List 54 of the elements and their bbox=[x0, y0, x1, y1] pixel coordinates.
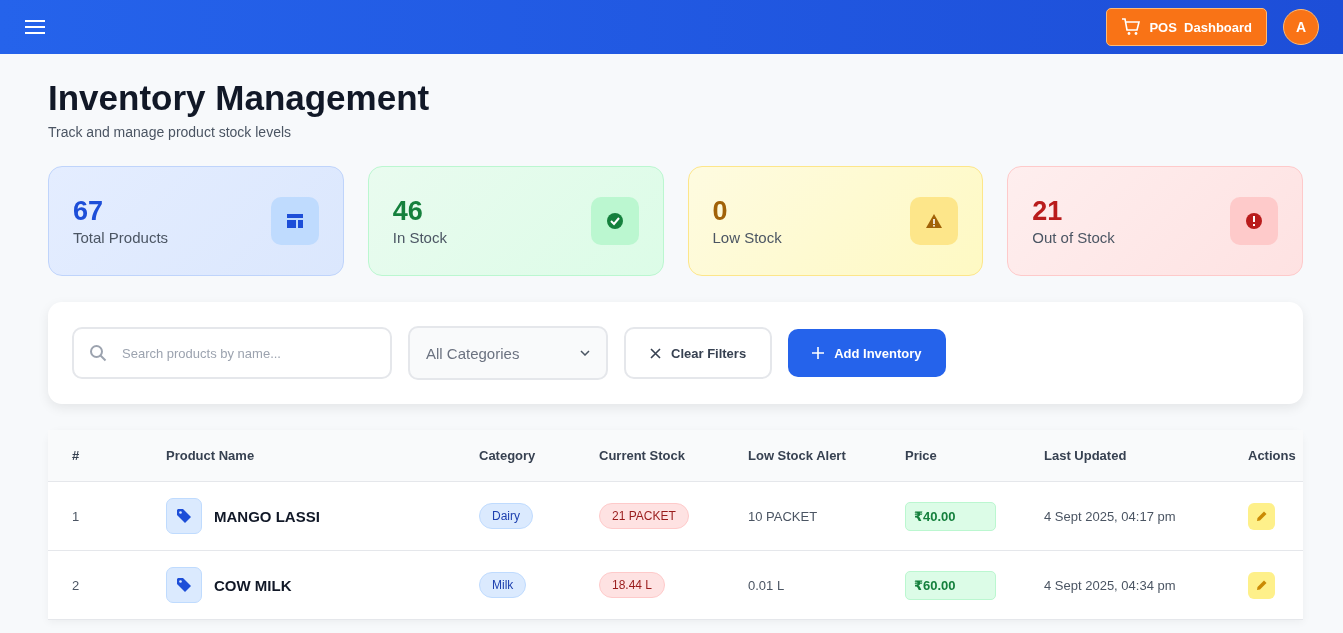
column-header: Category bbox=[479, 448, 537, 463]
layout-icon bbox=[285, 212, 304, 230]
plus-icon bbox=[812, 347, 825, 359]
column-header: # bbox=[72, 448, 81, 463]
clear-filters-button[interactable]: Clear Filters bbox=[624, 327, 773, 379]
page-title: Inventory Management bbox=[48, 78, 431, 118]
category-badge: Milk bbox=[479, 572, 527, 598]
page-subtitle: Track and manage product stock levels bbox=[48, 124, 293, 140]
pencil-icon bbox=[1255, 579, 1268, 591]
price-badge: ₹60.00 bbox=[905, 570, 996, 600]
stat-value: 46 bbox=[392, 196, 424, 227]
stat-value: 0 bbox=[712, 196, 729, 227]
stat-label: Total Products bbox=[73, 229, 169, 246]
search-icon bbox=[89, 344, 107, 362]
stock-badge: 18.44 L bbox=[599, 572, 666, 598]
chevron-down-icon bbox=[580, 350, 590, 356]
stock-alert-text: 10 PACKET bbox=[748, 508, 819, 524]
tag-icon bbox=[166, 498, 202, 534]
column-header: Current Stock bbox=[599, 448, 686, 463]
column-header: Price bbox=[905, 448, 938, 463]
column-header: Low Stock Alert bbox=[748, 448, 847, 463]
stock-alert-text: 0.01 L bbox=[748, 577, 786, 593]
category-badge: Dairy bbox=[479, 503, 533, 529]
price-badge: ₹40.00 bbox=[905, 501, 996, 531]
stock-badge: 21 PACKET bbox=[599, 503, 689, 529]
user-avatar[interactable]: A bbox=[1283, 9, 1319, 45]
tag-icon bbox=[166, 567, 202, 603]
search-field[interactable]: Search products by name... bbox=[72, 327, 392, 379]
menu-icon[interactable] bbox=[24, 19, 46, 35]
stat-label: Low Stock bbox=[712, 229, 782, 246]
column-header: Last Updated bbox=[1044, 448, 1128, 463]
product-name: MANGO LASSI bbox=[214, 507, 320, 525]
row-number: 1 bbox=[72, 508, 81, 524]
stat-value: 67 bbox=[73, 196, 105, 227]
last-updated: 4 Sept 2025, 04:17 pm bbox=[1044, 508, 1177, 524]
pos-dashboard-button[interactable]: POS Dashboard bbox=[1106, 8, 1267, 46]
pencil-icon bbox=[1255, 510, 1268, 522]
column-header: Actions bbox=[1248, 448, 1296, 463]
alert-circle-icon bbox=[1245, 212, 1263, 230]
close-icon bbox=[650, 347, 661, 359]
edit-button[interactable] bbox=[1248, 571, 1275, 599]
row-number: 2 bbox=[72, 577, 81, 593]
stat-label: In Stock bbox=[392, 229, 447, 246]
check-circle-icon bbox=[605, 212, 624, 230]
cart-icon bbox=[1121, 18, 1142, 36]
product-name: COW MILK bbox=[214, 576, 292, 594]
add-inventory-button[interactable]: Add Inventory bbox=[788, 329, 946, 377]
stat-value: 21 bbox=[1032, 196, 1064, 227]
column-header: Product Name bbox=[166, 448, 256, 463]
category-dropdown[interactable]: All Categories bbox=[408, 326, 608, 380]
last-updated: 4 Sept 2025, 04:34 pm bbox=[1044, 577, 1177, 593]
warning-icon bbox=[925, 213, 944, 229]
edit-button[interactable] bbox=[1248, 502, 1275, 530]
stat-label: Out of Stock bbox=[1032, 229, 1115, 246]
